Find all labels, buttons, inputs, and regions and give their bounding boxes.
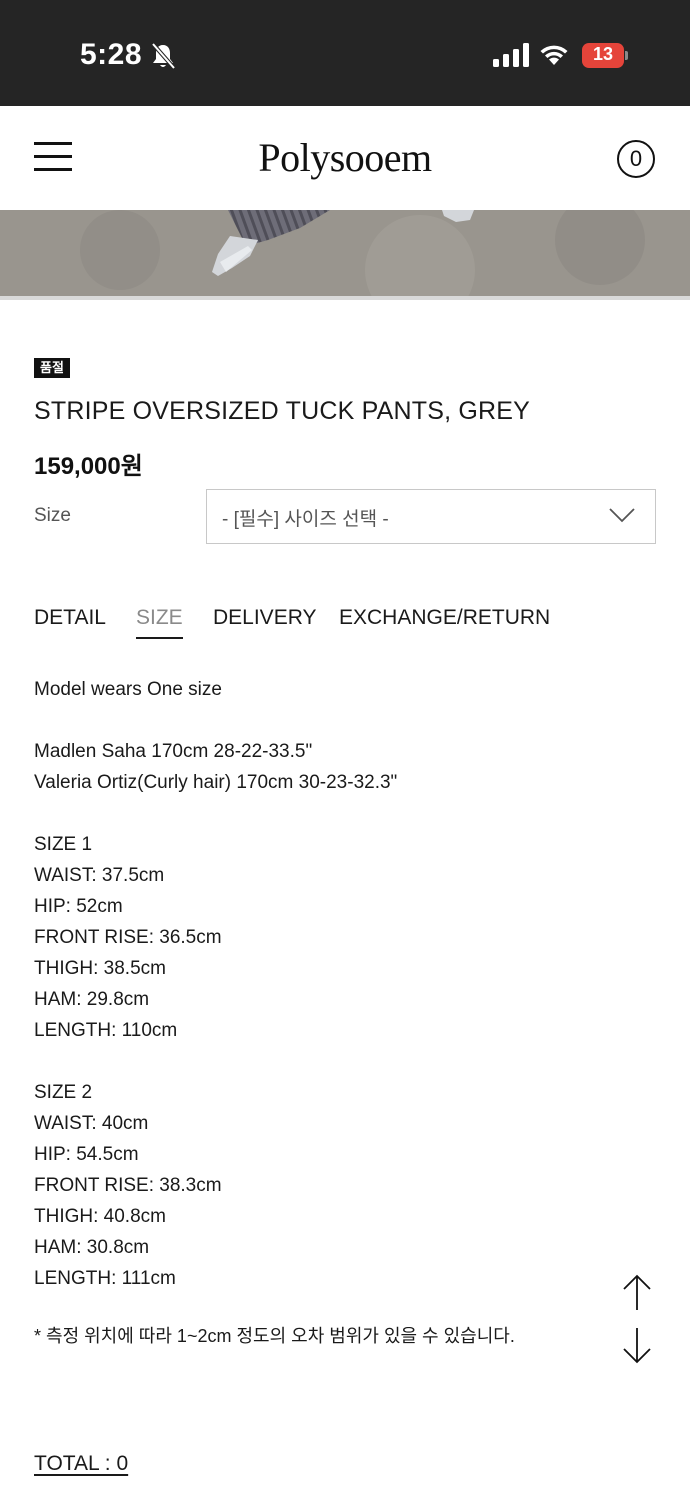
size1-length: LENGTH: 110cm: [34, 1020, 178, 1041]
cart-button[interactable]: 0: [617, 140, 655, 178]
status-time: 5:28: [80, 38, 143, 71]
scroll-bottom-arrow-icon[interactable]: [622, 1326, 652, 1364]
product-image: [0, 210, 690, 296]
size2-ham: HAM: 30.8cm: [34, 1237, 150, 1258]
tab-exchange-return[interactable]: EXCHANGE/RETURN: [339, 606, 550, 630]
site-header: Polysooem 0: [0, 106, 690, 210]
wifi-icon: [540, 45, 568, 65]
size-option-label: Size: [34, 505, 71, 526]
size2-length: LENGTH: 111cm: [34, 1268, 176, 1289]
size2-thigh: THIGH: 40.8cm: [34, 1206, 166, 1227]
product-price: 159,000원: [34, 453, 143, 480]
size1-front-rise: FRONT RISE: 36.5cm: [34, 927, 222, 948]
total-price: TOTAL : 0: [34, 1452, 129, 1475]
measurement-note: * 측정 위치에 따라 1~2cm 정도의 오차 범위가 있을 수 있습니다.: [34, 1326, 515, 1346]
product-title: STRIPE OVERSIZED TUCK PANTS, GREY: [34, 397, 531, 425]
battery-tip: [625, 51, 628, 60]
model-info-2: Valeria Ortiz(Curly hair) 170cm 30-23-32…: [34, 772, 398, 793]
model-wears-text: Model wears One size: [34, 679, 222, 700]
tab-delivery[interactable]: DELIVERY: [213, 606, 317, 630]
size1-thigh: THIGH: 38.5cm: [34, 958, 166, 979]
size1-ham: HAM: 29.8cm: [34, 989, 150, 1010]
signal-icon: [493, 43, 529, 67]
status-bar: 5:28 13: [0, 0, 690, 106]
bell-slash-icon: [151, 42, 176, 70]
size2-title: SIZE 2: [34, 1082, 93, 1103]
battery-icon: 13: [582, 43, 628, 68]
battery-level: 13: [592, 44, 614, 64]
size2-hip: HIP: 54.5cm: [34, 1144, 139, 1165]
size-description: Model wears One size Madlen Saha 170cm 2…: [34, 674, 634, 1294]
model-info-1: Madlen Saha 170cm 28-22-33.5": [34, 741, 313, 762]
size2-waist: WAIST: 40cm: [34, 1113, 149, 1134]
sold-out-badge: 품절: [34, 358, 70, 378]
scroll-top-arrow-icon[interactable]: [622, 1274, 652, 1312]
brand-logo[interactable]: Polysooem: [0, 134, 690, 181]
tab-size[interactable]: SIZE: [136, 606, 183, 639]
size-select[interactable]: - [필수] 사이즈 선택 -: [206, 489, 656, 544]
size-select-value: - [필수] 사이즈 선택 -: [222, 509, 389, 530]
image-divider: [0, 296, 690, 300]
tab-detail[interactable]: DETAIL: [34, 606, 106, 630]
size2-front-rise: FRONT RISE: 38.3cm: [34, 1175, 222, 1196]
size1-title: SIZE 1: [34, 834, 93, 855]
size1-waist: WAIST: 37.5cm: [34, 865, 165, 886]
chevron-down-icon: [609, 508, 635, 523]
size1-hip: HIP: 52cm: [34, 896, 123, 917]
product-photo-graphic: [0, 210, 690, 296]
